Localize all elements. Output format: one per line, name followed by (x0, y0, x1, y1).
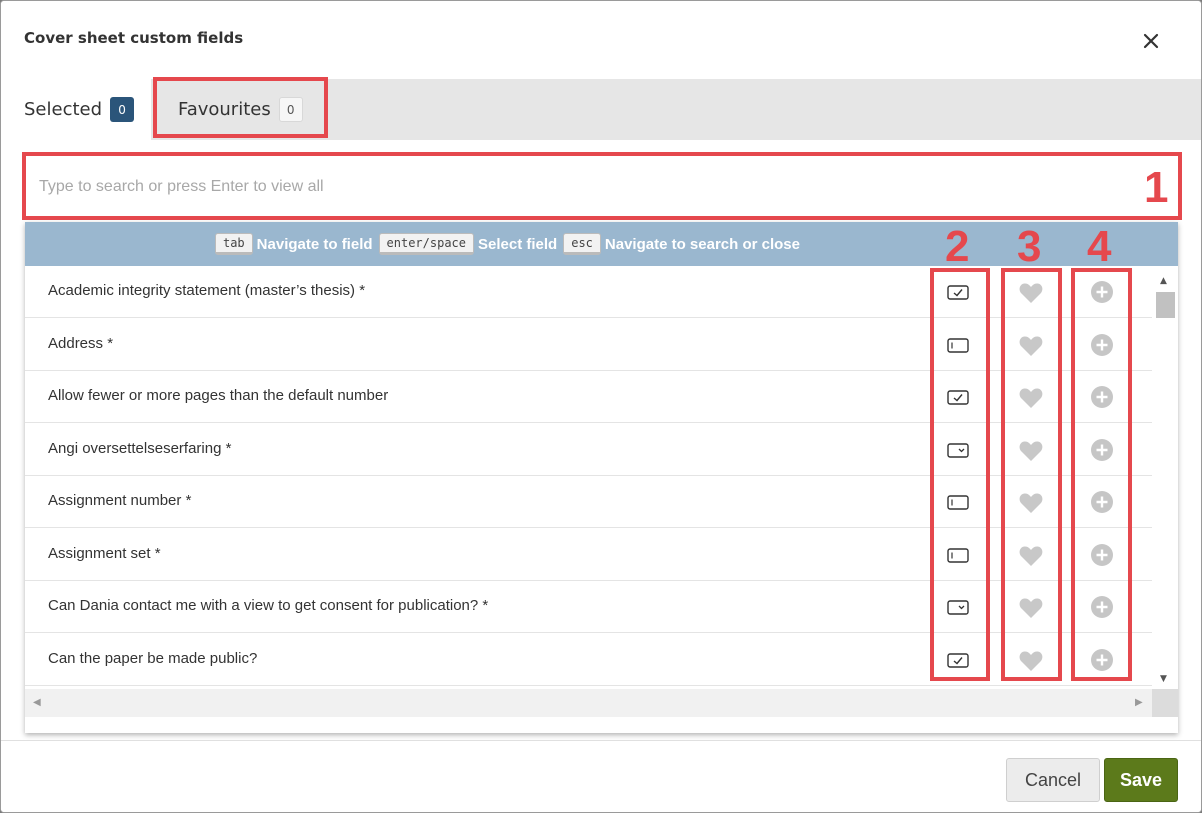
scroll-down-icon[interactable]: ▼ (1160, 674, 1167, 684)
vertical-scrollbar[interactable]: ▲ ▼ (1152, 266, 1178, 689)
field-label: Academic integrity statement (master’s t… (48, 282, 366, 299)
annotation-number-2: 2 (945, 222, 970, 271)
scroll-up-icon[interactable]: ▲ (1160, 276, 1167, 286)
tab-selected-label: Selected (24, 99, 103, 120)
keyboard-hints: tab Navigate to field enter/space Select… (25, 222, 1178, 266)
scrollbar-corner (1152, 689, 1178, 717)
annotation-box-favourite-column (1001, 268, 1062, 681)
field-label: Address * (48, 335, 114, 352)
field-label: Allow fewer or more pages than the defau… (48, 387, 389, 404)
annotation-box-add-column (1071, 268, 1132, 681)
hint-navigate-field: Navigate to field (256, 235, 373, 253)
field-label: Assignment set * (48, 545, 161, 562)
scroll-left-icon[interactable]: ◀ (33, 697, 41, 708)
save-button[interactable]: Save (1104, 758, 1178, 802)
tab-selected[interactable]: Selected 0 (1, 79, 151, 140)
annotation-number-1: 1 (1144, 163, 1169, 212)
close-button[interactable] (1137, 27, 1165, 55)
field-label: Angi oversettelseserfaring * (48, 440, 232, 457)
custom-fields-dialog: Cover sheet custom fields Selected 0 Fav… (0, 0, 1202, 813)
annotation-number-3: 3 (1017, 222, 1042, 271)
hint-navigate-search: Navigate to search or close (604, 235, 800, 253)
cancel-button[interactable]: Cancel (1006, 758, 1100, 802)
field-label: Can Dania contact me with a view to get … (48, 597, 489, 614)
dialog-footer: Cancel Save (1, 740, 1201, 812)
annotation-box-search (22, 152, 1182, 220)
field-label: Can the paper be made public? (48, 650, 258, 667)
annotation-number-4: 4 (1087, 222, 1112, 271)
enter-space-key: enter/space (378, 233, 475, 255)
scroll-right-icon[interactable]: ▶ (1135, 697, 1143, 708)
dialog-header: Cover sheet custom fields (1, 1, 1201, 79)
annotation-box-type-column (930, 268, 990, 681)
dialog-title: Cover sheet custom fields (24, 29, 244, 47)
selected-count-badge: 0 (110, 97, 135, 122)
close-icon (1143, 33, 1159, 49)
field-label: Assignment number * (48, 492, 192, 509)
tab-key: tab (214, 233, 253, 255)
esc-key: esc (563, 233, 601, 255)
annotation-box-favourites (153, 77, 328, 138)
scroll-thumb[interactable] (1156, 292, 1175, 318)
horizontal-scrollbar[interactable]: ◀ ▶ (25, 689, 1152, 717)
hint-select-field: Select field (478, 235, 558, 253)
